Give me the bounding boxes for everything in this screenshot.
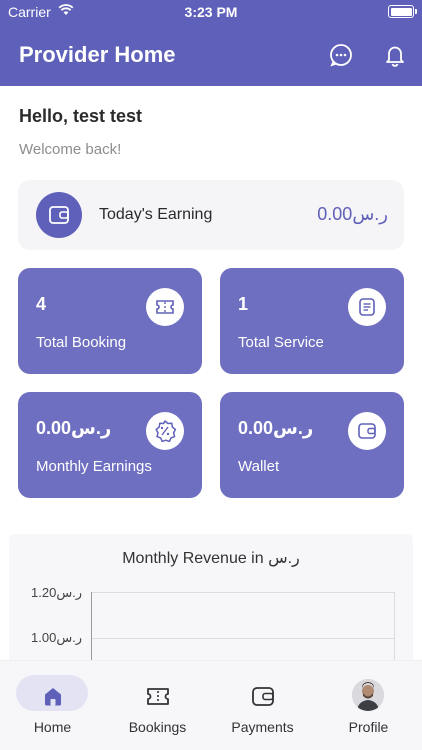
greeting-title: Hello, test test	[19, 106, 143, 126]
tab-label: Bookings	[128, 719, 187, 735]
tab-label: Payments	[231, 719, 294, 735]
y-tick-label: 1.00ر.س	[31, 630, 83, 645]
grid-line	[91, 638, 395, 639]
bell-icon[interactable]	[382, 42, 408, 68]
total-booking-card[interactable]: 4 Total Booking	[18, 268, 202, 374]
y-tick-label: 1.20ر.س	[31, 585, 83, 600]
card-value: 0.00ر.س	[36, 418, 112, 438]
home-icon	[45, 688, 61, 706]
earning-label: Today's Earning	[99, 206, 213, 223]
grid-line	[91, 592, 395, 593]
bottom-tab-bar: Home Bookings Payments Profile	[0, 660, 422, 750]
chat-icon[interactable]	[328, 42, 354, 68]
wallet-icon	[348, 412, 386, 450]
document-icon	[348, 288, 386, 326]
wallet-icon	[36, 192, 82, 238]
chart-title: Monthly Revenue in ر.س	[122, 550, 300, 567]
ticket-icon	[146, 288, 184, 326]
monthly-earnings-card[interactable]: 0.00ر.س Monthly Earnings	[18, 392, 202, 498]
battery-icon	[388, 5, 417, 18]
todays-earning-card[interactable]: Today's Earning 0.00ر.س	[18, 180, 404, 250]
total-service-card[interactable]: 1 Total Service	[220, 268, 404, 374]
badge-percent-icon	[146, 412, 184, 450]
avatar	[352, 679, 384, 711]
tab-label: Home	[33, 719, 72, 735]
greeting-subtitle: Welcome back!	[19, 141, 122, 158]
card-value: 4	[36, 294, 47, 314]
card-label: Wallet	[238, 458, 280, 475]
card-label: Total Service	[238, 334, 324, 351]
card-value: 0.00ر.س	[238, 418, 314, 438]
page-title: Provider Home	[19, 42, 176, 67]
card-value: 1	[238, 294, 249, 314]
wallet-card[interactable]: 0.00ر.س Wallet	[220, 392, 404, 498]
tab-profile[interactable]: Profile	[316, 675, 421, 741]
tab-home[interactable]: Home	[0, 675, 105, 741]
status-time: 3:23 PM	[184, 4, 238, 20]
wallet-icon	[252, 687, 274, 706]
tab-label: Profile	[348, 719, 389, 735]
tab-payments[interactable]: Payments	[210, 675, 315, 741]
earning-value: 0.00ر.س	[317, 204, 388, 224]
monthly-revenue-chart: Monthly Revenue in ر.س 1.20ر.س 1.00ر.س	[9, 534, 413, 674]
card-label: Total Booking	[36, 334, 127, 351]
status-bar: Carrier 3:23 PM	[0, 0, 422, 24]
ticket-icon	[147, 688, 169, 705]
tab-bookings[interactable]: Bookings	[105, 675, 210, 741]
app-header: Carrier 3:23 PM Provider Home	[0, 0, 422, 86]
card-label: Monthly Earnings	[36, 458, 152, 475]
